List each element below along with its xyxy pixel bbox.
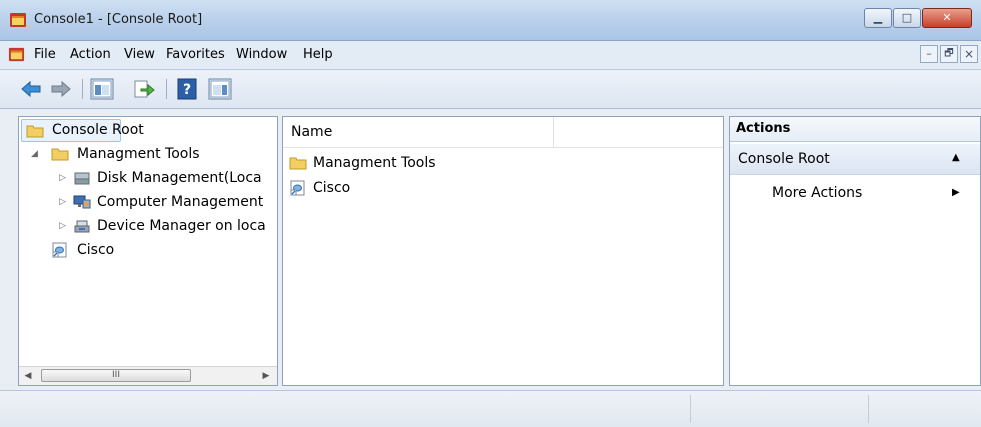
- svg-text:?: ?: [183, 82, 191, 98]
- child-close-icon: ×: [963, 47, 975, 61]
- expanded-arrow-icon[interactable]: ◢: [31, 149, 41, 159]
- minimize-icon: ▁: [873, 11, 883, 24]
- actions-pane: Actions Console Root ▲ More Actions ▶: [729, 116, 981, 386]
- menu-help[interactable]: Help: [303, 47, 333, 62]
- show-hide-console-tree-icon[interactable]: [90, 78, 114, 100]
- folder-icon: [26, 125, 44, 138]
- tree-item-device-manager[interactable]: ▷ Device Manager on loca: [19, 215, 277, 237]
- child-minimize-icon: –: [926, 47, 932, 60]
- child-restore-button[interactable]: 🗗: [940, 45, 958, 63]
- column-header: Name: [283, 117, 723, 148]
- console-tree-pane[interactable]: Console Root ◢ Managment Tools ▷ Disk Ma…: [18, 116, 278, 386]
- title-bar: Console1 - [Console Root] ▁ □ ✕: [0, 0, 981, 41]
- actions-section-label: Console Root: [738, 151, 830, 167]
- list-item-label: Managment Tools: [313, 155, 436, 171]
- close-icon: ✕: [942, 11, 952, 24]
- window-title: Console1 - [Console Root]: [34, 12, 203, 27]
- tree-item-computer-management[interactable]: ▷ Computer Management: [19, 191, 277, 213]
- status-separator: [690, 395, 691, 423]
- menu-file[interactable]: File: [34, 47, 56, 62]
- list-item-label: Cisco: [313, 180, 351, 196]
- close-button[interactable]: ✕: [922, 8, 972, 28]
- export-list-icon[interactable]: [132, 78, 156, 100]
- menu-view[interactable]: View: [124, 47, 155, 62]
- minimize-button[interactable]: ▁: [864, 8, 892, 28]
- tree-item-label: Managment Tools: [77, 146, 200, 162]
- column-separator[interactable]: [553, 117, 554, 147]
- toolbar-separator: [166, 79, 167, 99]
- menu-bar: File Action View Favorites Window Help –…: [0, 41, 981, 70]
- back-icon[interactable]: [18, 78, 44, 100]
- tree-item-label: Device Manager on loca: [97, 218, 266, 234]
- tree-item-label: Computer Management: [97, 194, 264, 210]
- computer-management-icon: [73, 195, 91, 209]
- scrollbar-thumb[interactable]: III: [41, 369, 191, 382]
- collapsed-arrow-icon[interactable]: ▷: [59, 197, 69, 207]
- collapsed-arrow-icon[interactable]: ▷: [59, 173, 69, 183]
- link-icon: [290, 180, 305, 196]
- child-close-button[interactable]: ×: [960, 45, 978, 63]
- show-hide-action-pane-icon[interactable]: [208, 78, 232, 100]
- status-separator: [868, 395, 869, 423]
- folder-icon: [51, 148, 69, 161]
- child-minimize-button[interactable]: –: [920, 45, 938, 63]
- more-actions-item[interactable]: More Actions: [772, 185, 862, 201]
- child-restore-icon: 🗗: [944, 48, 954, 59]
- submenu-arrow-icon[interactable]: ▶: [952, 187, 960, 198]
- list-item-managment-tools[interactable]: Managment Tools: [289, 152, 709, 174]
- help-icon[interactable]: ?: [176, 78, 198, 100]
- toolbar: ?: [0, 70, 981, 109]
- horizontal-scrollbar[interactable]: ◀ III ▶: [19, 366, 277, 385]
- tree-item-console-root[interactable]: Console Root: [21, 119, 144, 142]
- actions-header: Actions: [730, 117, 980, 142]
- column-name-header[interactable]: Name: [291, 124, 332, 140]
- forward-icon[interactable]: [48, 78, 74, 100]
- disk-management-icon: [74, 172, 90, 185]
- menu-favorites[interactable]: Favorites: [166, 47, 225, 62]
- scroll-right-arrow-icon[interactable]: ▶: [259, 369, 273, 383]
- toolbar-separator: [82, 79, 83, 99]
- scroll-grip-icon: III: [112, 370, 120, 380]
- actions-section-console-root[interactable]: Console Root ▲: [730, 144, 980, 175]
- tree-item-label: Disk Management(Loca: [97, 170, 262, 186]
- scroll-left-arrow-icon[interactable]: ◀: [21, 369, 35, 383]
- collapse-arrow-icon[interactable]: ▲: [952, 152, 960, 163]
- status-bar: [0, 390, 981, 427]
- maximize-icon: □: [901, 11, 913, 24]
- collapsed-arrow-icon[interactable]: ▷: [59, 221, 69, 231]
- tree-item-label: Cisco: [77, 242, 115, 258]
- list-item-cisco[interactable]: Cisco: [289, 177, 709, 199]
- folder-icon: [289, 157, 307, 170]
- device-manager-icon: [74, 220, 90, 233]
- mmc-app-icon: [10, 13, 26, 27]
- tree-item-managment-tools[interactable]: ◢ Managment Tools: [19, 143, 277, 165]
- menu-window[interactable]: Window: [236, 47, 287, 62]
- actions-title: Actions: [736, 121, 791, 136]
- tree-item-disk-management[interactable]: ▷ Disk Management(Loca: [19, 167, 277, 189]
- tree-item-label: Console Root: [52, 122, 144, 138]
- maximize-button[interactable]: □: [893, 8, 921, 28]
- tree-item-cisco[interactable]: Cisco: [19, 239, 277, 261]
- results-pane[interactable]: Name Managment Tools Cisco: [282, 116, 724, 386]
- menu-action[interactable]: Action: [70, 47, 111, 62]
- link-icon: [52, 242, 67, 258]
- system-menu-icon[interactable]: [8, 46, 25, 63]
